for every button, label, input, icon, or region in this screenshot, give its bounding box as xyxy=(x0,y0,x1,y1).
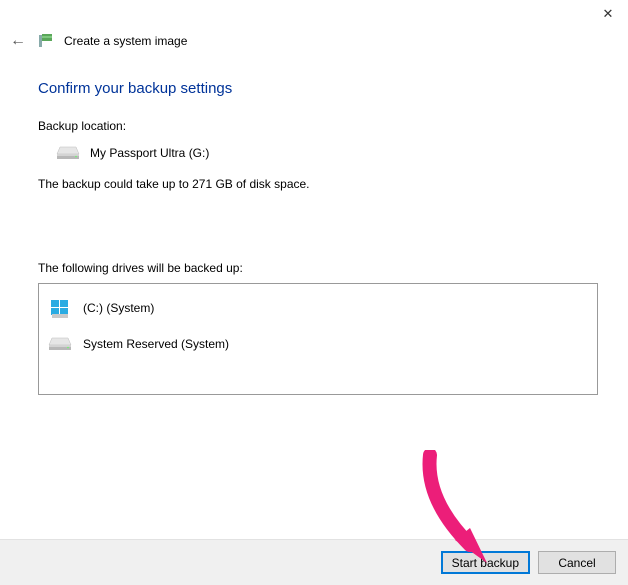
external-drive-icon xyxy=(56,145,80,161)
header-row: ← Create a system image xyxy=(0,30,628,52)
drive-item-label: System Reserved (System) xyxy=(83,337,229,351)
footer-bar: Start backup Cancel xyxy=(0,539,628,585)
drive-item-label: (C:) (System) xyxy=(83,301,154,315)
backup-location-label: Backup location: xyxy=(38,119,598,133)
drives-list-box: (C:) (System) System Reserved (System) xyxy=(38,283,598,395)
hard-drive-icon xyxy=(47,336,73,352)
titlebar: ✕ xyxy=(0,0,628,30)
back-arrow-icon[interactable]: ← xyxy=(10,32,26,50)
page-heading: Confirm your backup settings xyxy=(38,80,598,97)
close-button[interactable]: ✕ xyxy=(588,0,628,28)
size-note: The backup could take up to 271 GB of di… xyxy=(38,177,598,191)
list-item: System Reserved (System) xyxy=(45,326,591,362)
close-icon: ✕ xyxy=(603,6,614,22)
start-backup-button[interactable]: Start backup xyxy=(441,551,530,574)
content-area: Confirm your backup settings Backup loca… xyxy=(0,52,628,395)
windows-drive-icon xyxy=(47,297,73,319)
system-image-flag-icon xyxy=(38,33,54,49)
window-title: Create a system image xyxy=(64,34,187,48)
backup-location-value: My Passport Ultra (G:) xyxy=(90,146,209,160)
cancel-button[interactable]: Cancel xyxy=(538,551,616,574)
list-item: (C:) (System) xyxy=(45,290,591,326)
drives-list-label: The following drives will be backed up: xyxy=(38,261,598,275)
backup-location-row: My Passport Ultra (G:) xyxy=(56,145,598,161)
